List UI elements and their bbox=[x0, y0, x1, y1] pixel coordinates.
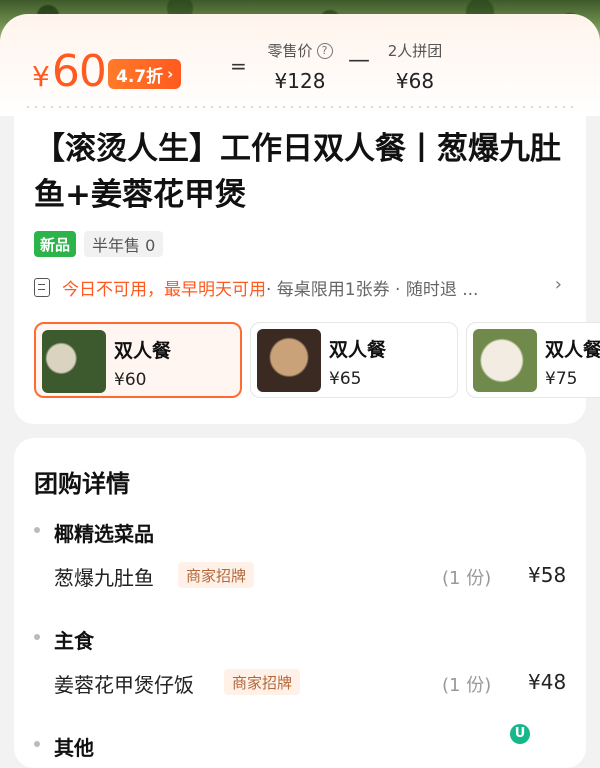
group-label: 2人拼团 bbox=[387, 42, 443, 60]
chevron-right-icon: › bbox=[167, 65, 174, 83]
equals-sign: = bbox=[230, 54, 247, 78]
package-thumbnail bbox=[42, 330, 106, 393]
new-tag: 新品 bbox=[34, 231, 77, 257]
merchant-signature-badge: 商家招牌 bbox=[224, 669, 301, 695]
discount-badge[interactable]: 4.7折 › bbox=[108, 59, 182, 89]
notice-rules: · 每桌限用1张券 · 随时退 ... bbox=[266, 279, 479, 300]
product-title: 【滚烫人生】工作日双人餐丨葱爆九肚鱼+姜蓉花甲煲 bbox=[34, 131, 561, 213]
usage-notice[interactable]: 今日不可用，最早明天可用 · 每桌限用1张券 · 随时退 ... › bbox=[34, 274, 570, 300]
package-option[interactable]: 双人餐 ¥65 bbox=[250, 322, 458, 398]
merchant-signature-badge: 商家招牌 bbox=[178, 562, 255, 588]
document-icon bbox=[34, 277, 50, 297]
package-price: ¥65 bbox=[329, 369, 362, 389]
group-price: ¥68 bbox=[395, 69, 435, 93]
package-price: ¥75 bbox=[545, 369, 578, 389]
section-heading: 其他 bbox=[54, 736, 94, 760]
price-value: 60 bbox=[51, 46, 107, 97]
package-option[interactable]: 双人餐 ¥75 bbox=[466, 322, 600, 398]
current-price: ¥ 60 bbox=[32, 46, 107, 97]
bullet-dot bbox=[34, 634, 40, 640]
chevron-right-icon: › bbox=[554, 274, 562, 295]
package-option[interactable]: 双人餐 ¥60 bbox=[34, 322, 242, 398]
discount-label: 4.7折 bbox=[116, 66, 164, 87]
package-name: 双人餐 bbox=[114, 340, 172, 362]
notice-availability: 今日不可用，最早明天可用 bbox=[62, 279, 266, 300]
bullet-dot bbox=[34, 741, 40, 747]
dish-price: ¥48 bbox=[528, 670, 567, 694]
dotted-divider bbox=[24, 106, 576, 108]
dish-quantity: (1 份) bbox=[442, 675, 492, 696]
package-thumbnail bbox=[257, 329, 321, 392]
retail-price: ¥128 bbox=[274, 69, 326, 93]
assistant-icon[interactable]: U bbox=[510, 724, 530, 744]
sales-badge: 半年售 0 bbox=[84, 231, 164, 257]
dish-name: 姜蓉花甲煲仔饭 bbox=[54, 673, 194, 697]
section-heading: 主食 bbox=[54, 629, 94, 653]
minus-sign: — bbox=[348, 48, 370, 73]
details-title: 团购详情 bbox=[34, 470, 130, 498]
bullet-dot bbox=[34, 527, 40, 533]
question-circle-icon[interactable]: ? bbox=[316, 42, 333, 59]
package-price: ¥60 bbox=[114, 370, 147, 390]
section-heading: 椰精选菜品 bbox=[54, 522, 154, 546]
package-selector: 双人餐 ¥60 双人餐 ¥65 双人餐 ¥75 bbox=[34, 322, 600, 400]
retail-label: 零售价 bbox=[267, 42, 313, 60]
dish-name: 葱爆九肚鱼 bbox=[54, 566, 154, 590]
group-price-block: 2人拼团 ¥68 bbox=[380, 40, 450, 93]
package-thumbnail bbox=[473, 329, 537, 392]
retail-price-block: 零售价 ? ¥128 bbox=[262, 40, 338, 93]
dish-price: ¥58 bbox=[528, 563, 567, 587]
dish-quantity: (1 份) bbox=[442, 568, 492, 589]
package-name: 双人餐 bbox=[545, 339, 600, 361]
price-symbol: ¥ bbox=[32, 60, 50, 93]
package-name: 双人餐 bbox=[329, 339, 387, 361]
